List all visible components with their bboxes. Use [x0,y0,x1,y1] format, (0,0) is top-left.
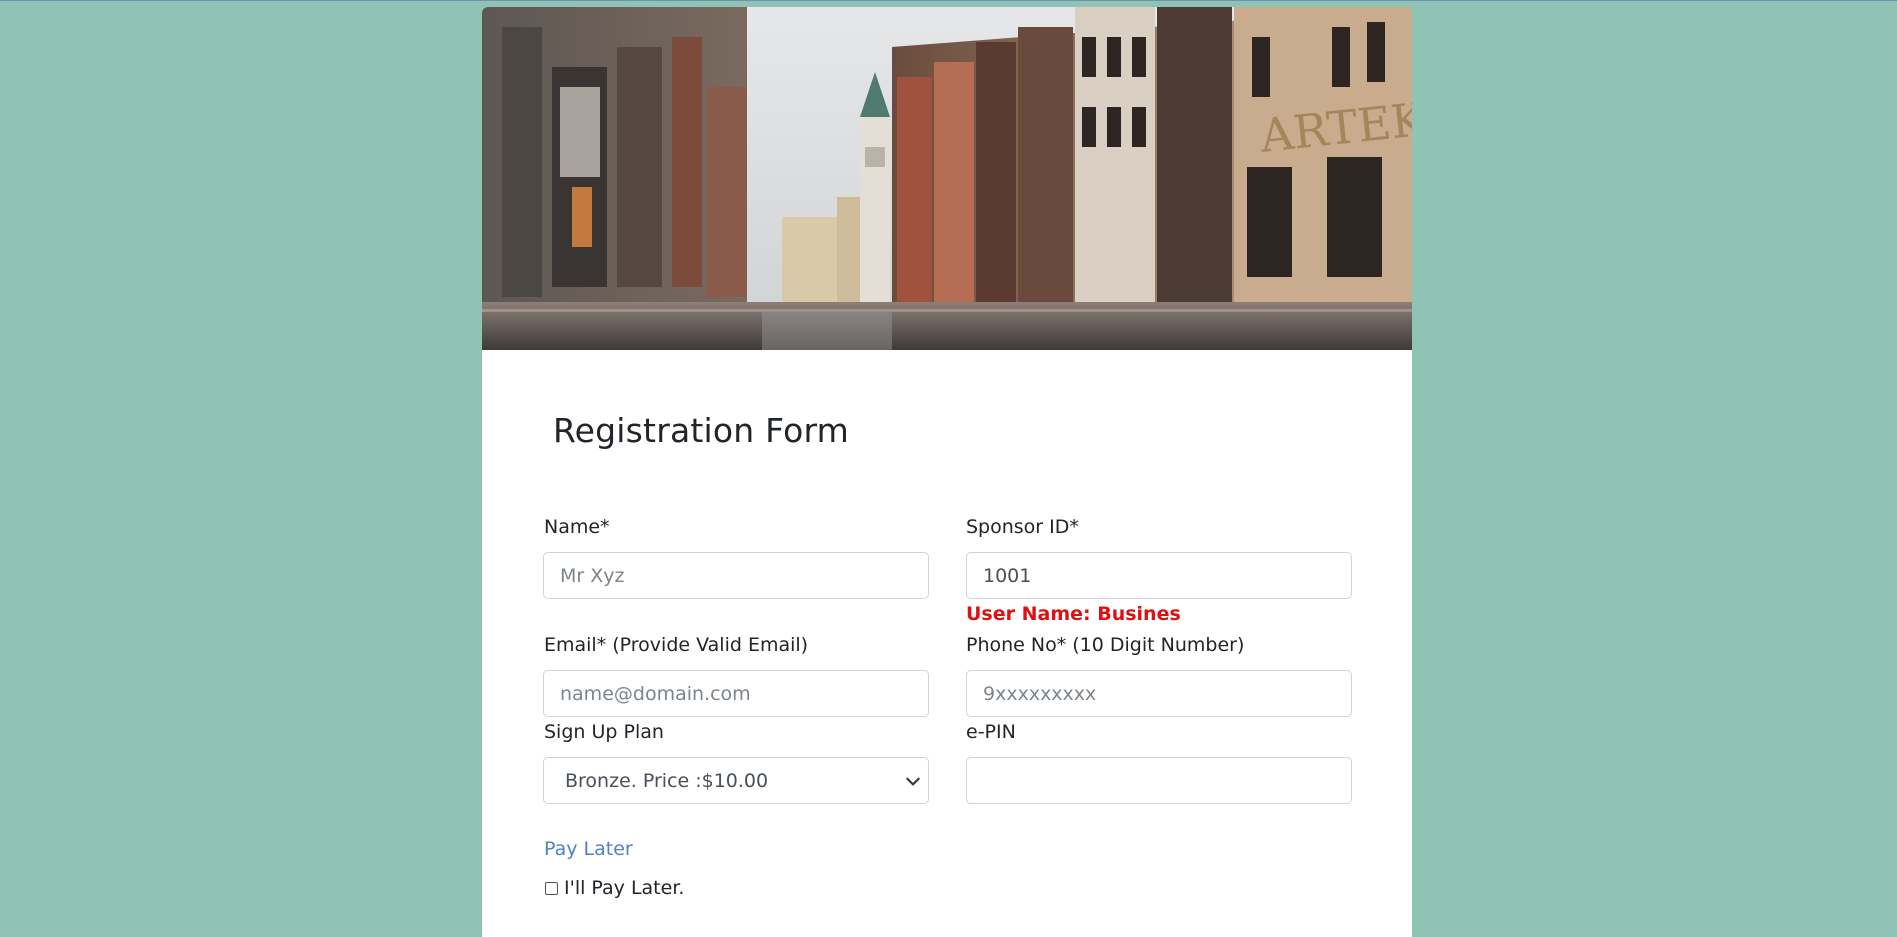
sponsor-id-input[interactable] [966,552,1352,599]
signup-plan-selected-value: Bronze. Price :$10.00 [565,769,769,792]
sponsor-id-label: Sponsor ID* [966,516,1079,538]
name-input[interactable] [543,552,929,599]
pay-later-checkbox[interactable] [545,882,558,895]
pay-later-link[interactable]: Pay Later [544,838,633,860]
chevron-down-icon [906,777,920,786]
email-label: Email* (Provide Valid Email) [544,634,809,656]
registration-card: ARTEKA Ce Registration Form Name* Sponso… [482,7,1412,937]
phone-label: Phone No* (10 Digit Number) [966,634,1245,656]
email-input[interactable] [543,670,929,717]
pay-later-checkbox-label: I'll Pay Later. [564,877,685,899]
sponsor-status-text: User Name: Busines [966,603,1181,625]
form-title: Registration Form [553,411,850,450]
epin-input[interactable] [966,757,1352,804]
signup-plan-label: Sign Up Plan [544,721,664,743]
epin-label: e-PIN [966,721,1016,743]
name-label: Name* [544,516,610,538]
hero-image: ARTEKA Ce [482,7,1412,350]
top-border [0,0,1897,1]
signup-plan-select[interactable]: Bronze. Price :$10.00 [543,757,929,804]
phone-input[interactable] [966,670,1352,717]
